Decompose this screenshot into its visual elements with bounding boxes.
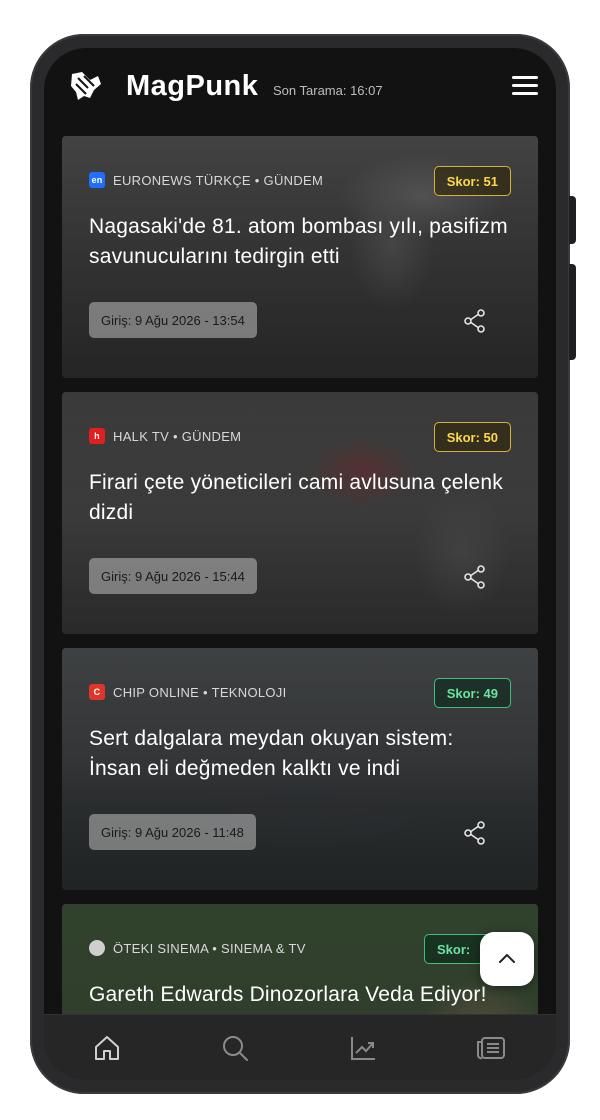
nav-news[interactable] xyxy=(474,1031,508,1065)
score-badge: Skor: 49 xyxy=(433,678,511,708)
halktv-icon: h xyxy=(89,428,105,444)
source-label: HALK TV • GÜNDEM xyxy=(113,428,242,444)
bottom-navigation xyxy=(44,1014,556,1080)
last-scan-time: Son Tarama: 16:07 xyxy=(273,83,383,98)
chip-online-icon: C xyxy=(89,684,105,700)
app-brand[interactable]: MagPunk xyxy=(126,70,258,103)
volume-down-button xyxy=(569,264,576,360)
card-date: Giriş: 9 Ağu 2026 - 15:44 xyxy=(89,558,257,594)
scroll-to-top-button[interactable] xyxy=(480,932,534,986)
score-badge: Skor: 50 xyxy=(433,422,511,452)
share-icon[interactable] xyxy=(462,308,488,334)
card-source: C CHIP ONLINE • TEKNOLOJI xyxy=(89,684,287,700)
news-card[interactable]: C CHIP ONLINE • TEKNOLOJI Skor: 49 Sert … xyxy=(62,648,538,890)
app-screen: MagPunk Son Tarama: 16:07 en EURONEWS TÜ… xyxy=(44,48,556,1080)
score-badge: Skor: 51 xyxy=(433,166,511,196)
card-title[interactable]: Firari çete yöneticileri cami avlusuna ç… xyxy=(89,468,509,528)
chevron-up-icon xyxy=(499,954,515,963)
handshake-logo-icon[interactable] xyxy=(68,68,104,104)
card-source: ÖTEKI SINEMA • SINEMA & TV xyxy=(89,940,306,956)
news-card[interactable]: en EURONEWS TÜRKÇE • GÜNDEM Skor: 51 Nag… xyxy=(62,136,538,378)
news-card[interactable]: h HALK TV • GÜNDEM Skor: 50 Firari çete … xyxy=(62,392,538,634)
hamburger-menu-icon[interactable] xyxy=(512,76,538,96)
nav-search[interactable] xyxy=(218,1031,252,1065)
euronews-icon: en xyxy=(89,172,105,188)
card-source: en EURONEWS TÜRKÇE • GÜNDEM xyxy=(89,172,323,188)
volume-up-button xyxy=(569,196,576,244)
top-bar: MagPunk Son Tarama: 16:07 xyxy=(44,48,556,130)
oteki-sinema-icon xyxy=(89,940,105,956)
source-label: EURONEWS TÜRKÇE • GÜNDEM xyxy=(113,172,324,188)
home-icon xyxy=(95,1036,119,1060)
card-title[interactable]: Sert dalgalara meydan okuyan sistem: İns… xyxy=(89,724,509,784)
card-date: Giriş: 9 Ağu 2026 - 13:54 xyxy=(89,302,257,338)
card-title[interactable]: Gareth Edwards Dinozorlara Veda Ediyor! xyxy=(89,980,538,1010)
card-source: h HALK TV • GÜNDEM xyxy=(89,428,241,444)
search-icon xyxy=(223,1036,248,1061)
share-icon[interactable] xyxy=(462,820,488,846)
share-icon[interactable] xyxy=(462,564,488,590)
trending-chart-icon xyxy=(351,1037,375,1060)
card-title[interactable]: Nagasaki'de 81. atom bombası yılı, pasif… xyxy=(89,212,509,272)
news-list-icon xyxy=(477,1037,505,1060)
source-label: ÖTEKI SINEMA • SINEMA & TV xyxy=(113,940,306,956)
source-label: CHIP ONLINE • TEKNOLOJI xyxy=(113,684,287,700)
card-date: Giriş: 9 Ağu 2026 - 11:48 xyxy=(89,814,256,850)
nav-trending[interactable] xyxy=(346,1031,380,1065)
nav-home[interactable] xyxy=(90,1031,124,1065)
